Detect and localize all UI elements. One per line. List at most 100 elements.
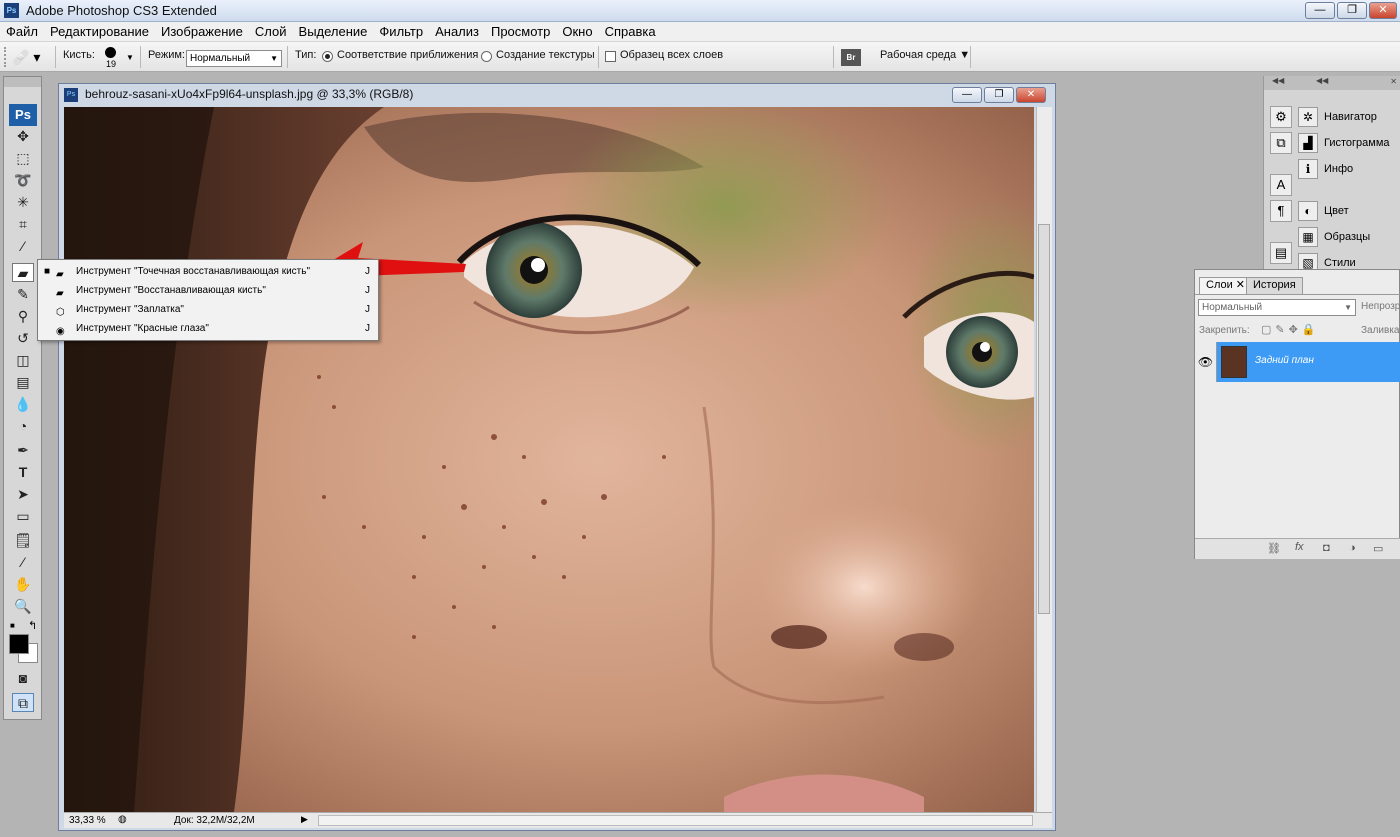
layer-name[interactable]: Задний план bbox=[1255, 355, 1314, 366]
pen-tool-icon[interactable]: ✒ bbox=[12, 441, 34, 460]
brushes-panel-icon[interactable]: ⚙ bbox=[1270, 106, 1292, 128]
type-tool-icon[interactable]: T bbox=[12, 463, 34, 482]
zoom-tool-icon[interactable]: 🔍 bbox=[12, 597, 34, 616]
flyout-item-healing-brush[interactable]: ▰ Инструмент "Восстанавливающая кисть" J bbox=[38, 281, 378, 300]
close-button[interactable]: ✕ bbox=[1369, 2, 1397, 19]
history-brush-tool-icon[interactable]: ↺ bbox=[12, 329, 34, 348]
create-texture-radio[interactable] bbox=[481, 51, 492, 62]
zoom-readout[interactable]: 33,33 % bbox=[69, 815, 106, 826]
menu-view[interactable]: Просмотр bbox=[485, 24, 556, 39]
vertical-scroll-thumb[interactable] bbox=[1038, 224, 1050, 614]
lock-icons[interactable]: ▢✎✥🔒 bbox=[1261, 323, 1320, 336]
navigator-icon: ✲ bbox=[1298, 107, 1318, 127]
crop-tool-icon[interactable]: ⌗ bbox=[12, 215, 34, 234]
dodge-tool-icon[interactable]: ◔ bbox=[12, 417, 34, 436]
restore-button[interactable]: ❐ bbox=[1337, 2, 1367, 19]
tab-history[interactable]: История bbox=[1246, 277, 1303, 294]
link-layers-icon[interactable]: ⛓ bbox=[1267, 542, 1281, 555]
clone-source-panel-icon[interactable]: ⧉ bbox=[1270, 132, 1292, 154]
swap-colors-icon[interactable]: ↰ bbox=[28, 619, 37, 632]
horizontal-scrollbar[interactable] bbox=[318, 815, 1033, 826]
brush-dot-icon[interactable] bbox=[105, 47, 116, 58]
foreground-color-swatch[interactable] bbox=[9, 634, 29, 654]
healing-tools-flyout: ■ ▰ Инструмент "Точечная восстанавливающ… bbox=[37, 259, 379, 341]
lasso-tool-icon[interactable]: ➰ bbox=[12, 171, 34, 190]
quick-mask-icon[interactable]: ◙ bbox=[12, 669, 34, 688]
doc-close-button[interactable]: ✕ bbox=[1016, 87, 1046, 103]
toolbox-header[interactable] bbox=[4, 77, 41, 87]
clone-stamp-tool-icon[interactable]: ⚲ bbox=[12, 307, 34, 326]
fx-icon[interactable]: fx bbox=[1295, 541, 1304, 553]
menu-edit[interactable]: Редактирование bbox=[44, 24, 155, 39]
sample-all-checkbox[interactable] bbox=[605, 51, 616, 62]
paragraph-panel-icon[interactable]: ¶ bbox=[1270, 200, 1292, 222]
eyedropper-sample-tool-icon[interactable]: ⁄ bbox=[12, 553, 34, 572]
spot-healing-brush-icon: ▰ bbox=[56, 269, 64, 280]
eyedropper-tool-icon[interactable]: ⁄ bbox=[12, 237, 34, 256]
mode-select[interactable]: Нормальный ▼ bbox=[186, 50, 282, 67]
magic-wand-tool-icon[interactable]: ✳ bbox=[12, 193, 34, 212]
document-ps-icon: Ps bbox=[64, 88, 78, 102]
move-tool-icon[interactable]: ✥ bbox=[12, 127, 34, 146]
type-label: Тип: bbox=[295, 49, 317, 61]
menu-select[interactable]: Выделение bbox=[293, 24, 374, 39]
adjustment-layer-icon[interactable]: ◑ bbox=[1349, 542, 1356, 554]
info-icon: ℹ bbox=[1298, 159, 1318, 179]
bridge-icon[interactable]: Br bbox=[841, 49, 861, 66]
info-panel[interactable]: ℹ Инфо bbox=[1298, 157, 1353, 181]
photoshop-logo[interactable]: Ps bbox=[9, 104, 37, 126]
shape-tool-icon[interactable]: ▭ bbox=[12, 507, 34, 526]
path-selection-tool-icon[interactable]: ➤ bbox=[12, 485, 34, 504]
flyout-item-spot-healing[interactable]: ■ ▰ Инструмент "Точечная восстанавливающ… bbox=[38, 262, 378, 281]
marquee-tool-icon[interactable]: ⬚ bbox=[12, 149, 34, 168]
image-canvas[interactable] bbox=[64, 107, 1034, 812]
character-panel-icon[interactable]: A bbox=[1270, 174, 1292, 196]
menu-file[interactable]: Файл bbox=[0, 24, 44, 39]
doc-restore-button[interactable]: ❐ bbox=[984, 87, 1014, 103]
blur-tool-icon[interactable]: 💧 bbox=[12, 395, 34, 414]
layer-row-background[interactable]: 👁 Задний план bbox=[1195, 342, 1400, 382]
notes-tool-icon[interactable]: 🗒 bbox=[12, 531, 34, 550]
swatches-icon: ▦ bbox=[1298, 227, 1318, 247]
gradient-tool-icon[interactable]: ▤ bbox=[12, 373, 34, 392]
hand-tool-icon[interactable]: ✋ bbox=[12, 575, 34, 594]
histogram-panel[interactable]: ▟ Гистограмма bbox=[1298, 131, 1390, 155]
new-group-icon[interactable]: ▭ bbox=[1373, 542, 1383, 555]
menu-filter[interactable]: Фильтр bbox=[373, 24, 429, 39]
title-bar: Ps Adobe Photoshop CS3 Extended — ❐ ✕ bbox=[0, 0, 1400, 22]
minimize-button[interactable]: — bbox=[1305, 2, 1335, 19]
doc-minimize-button[interactable]: — bbox=[952, 87, 982, 103]
doc-info[interactable]: Док: 32,2M/32,2M bbox=[174, 815, 255, 826]
navigator-panel[interactable]: ✲ Навигатор bbox=[1298, 105, 1377, 129]
menu-layer[interactable]: Слой bbox=[249, 24, 293, 39]
menu-window[interactable]: Окно bbox=[556, 24, 598, 39]
default-colors-icon[interactable]: ■ bbox=[10, 621, 15, 630]
visibility-eye-icon[interactable]: 👁 bbox=[1195, 342, 1217, 382]
options-grip[interactable] bbox=[4, 47, 8, 67]
status-icon[interactable]: ◍ bbox=[118, 814, 127, 825]
mask-icon[interactable]: ◘ bbox=[1323, 542, 1330, 554]
brush-dropdown-icon[interactable]: ▼ bbox=[126, 53, 134, 62]
menu-analysis[interactable]: Анализ bbox=[429, 24, 485, 39]
flyout-item-red-eye[interactable]: ◉ Инструмент "Красные глаза" J bbox=[38, 319, 378, 338]
layers-footer: ⛓ fx ◘ ◑ ▭ bbox=[1195, 538, 1400, 559]
screen-mode-icon[interactable]: ⧉ bbox=[12, 693, 34, 712]
spot-healing-brush-tool-icon[interactable]: ▰ bbox=[12, 263, 34, 282]
menu-image[interactable]: Изображение bbox=[155, 24, 249, 39]
tab-layers[interactable]: Слои ✕ bbox=[1199, 277, 1253, 294]
selected-dot-icon: ■ bbox=[44, 266, 51, 277]
eraser-tool-icon[interactable]: ◫ bbox=[12, 351, 34, 370]
layer-comps-panel-icon[interactable]: ▤ bbox=[1270, 242, 1292, 264]
menu-help[interactable]: Справка bbox=[599, 24, 662, 39]
healing-brush-preset-icon[interactable]: 🩹 ▾ bbox=[12, 47, 50, 67]
workspace-button[interactable]: Рабочая среда ▼ bbox=[880, 49, 970, 61]
status-menu-arrow-icon[interactable]: ▶ bbox=[301, 814, 308, 825]
color-panel[interactable]: ◐ Цвет bbox=[1298, 199, 1349, 223]
create-texture-label: Создание текстуры bbox=[496, 49, 595, 61]
swatches-panel[interactable]: ▦ Образцы bbox=[1298, 225, 1370, 249]
blend-mode-select[interactable]: Нормальный ▼ bbox=[1198, 299, 1356, 316]
dock-header[interactable]: ◀◀ ◀◀ ✕ bbox=[1264, 76, 1400, 90]
proximity-match-radio[interactable] bbox=[322, 51, 333, 62]
flyout-item-patch[interactable]: ⬡ Инструмент "Заплатка" J bbox=[38, 300, 378, 319]
brush-tool-icon[interactable]: ✎ bbox=[12, 285, 34, 304]
